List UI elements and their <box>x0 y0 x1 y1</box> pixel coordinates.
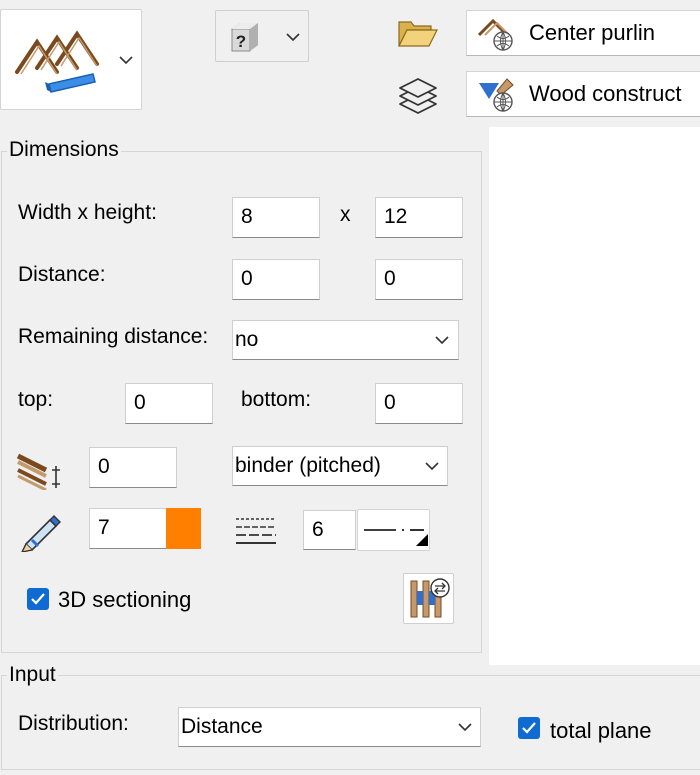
dash-dot-line-icon <box>364 529 428 546</box>
distance-input-1[interactable]: 0 <box>232 259 320 300</box>
folder-open-icon[interactable] <box>397 18 439 48</box>
bottom-input[interactable]: 0 <box>375 383 463 424</box>
pen-color-swatch[interactable] <box>166 508 201 549</box>
width-height-label: Width x height: <box>18 201 157 224</box>
dimensions-group-title: Dimensions <box>7 138 121 162</box>
top-label: top: <box>18 388 54 411</box>
material-name-text: Wood construct <box>529 81 682 106</box>
line-style-icon[interactable] <box>234 516 278 546</box>
checkmark-icon <box>31 593 45 605</box>
material-globe-icon <box>479 78 514 112</box>
remaining-distance-label: Remaining distance: <box>18 325 209 348</box>
element-name-button[interactable]: Center purlin <box>466 10 700 56</box>
x-separator: x <box>340 203 351 226</box>
element-name-text: Center purlin <box>529 20 655 45</box>
chevron-down-icon <box>286 33 300 41</box>
pen-input[interactable]: 7 <box>89 508 167 549</box>
purlin-settings-icon <box>410 578 450 618</box>
total-plane-label: total plane <box>550 718 652 743</box>
chevron-down-icon <box>435 336 449 344</box>
input-group-title: Input <box>7 663 58 687</box>
sectioning-checkbox[interactable] <box>27 588 49 610</box>
offset-input[interactable]: 0 <box>89 447 177 488</box>
layers-icon[interactable] <box>396 76 440 116</box>
top-input[interactable]: 0 <box>125 383 213 424</box>
remaining-distance-value: no <box>235 328 259 351</box>
bottom-label: bottom: <box>241 388 312 411</box>
chevron-down-icon <box>119 56 133 64</box>
svg-text:?: ? <box>236 32 246 51</box>
distance-input-2[interactable]: 0 <box>375 259 463 300</box>
total-plane-checkbox[interactable] <box>518 717 540 739</box>
line-style-picker[interactable] <box>357 509 430 551</box>
element-type-button[interactable] <box>0 9 142 110</box>
distribution-label: Distribution: <box>18 712 129 735</box>
material-button[interactable]: Wood construct <box>466 71 700 117</box>
sectioning-label: 3D sectioning <box>58 587 192 612</box>
binder-value: binder (pitched) <box>235 454 381 477</box>
checkmark-icon <box>522 722 536 734</box>
help-button[interactable]: ? <box>215 10 309 62</box>
remaining-distance-select[interactable]: no <box>232 320 459 360</box>
rafters-icon <box>15 30 99 93</box>
binder-select[interactable]: binder (pitched) <box>232 446 448 486</box>
preview-panel <box>489 127 700 665</box>
line-style-input[interactable]: 6 <box>303 510 356 550</box>
chevron-down-icon <box>458 723 472 731</box>
beam-offset-icon <box>16 453 60 490</box>
width-input[interactable]: 8 <box>232 197 320 238</box>
question-mark-icon: ? <box>231 23 258 52</box>
purlin-settings-button[interactable] <box>403 573 454 624</box>
pen-icon[interactable] <box>18 510 64 552</box>
rafter-globe-icon <box>477 18 513 51</box>
height-input[interactable]: 12 <box>375 197 463 238</box>
distribution-select[interactable]: Distance <box>178 707 481 747</box>
distance-label: Distance: <box>18 263 106 286</box>
distribution-value: Distance <box>181 715 263 738</box>
chevron-down-icon <box>425 462 439 470</box>
